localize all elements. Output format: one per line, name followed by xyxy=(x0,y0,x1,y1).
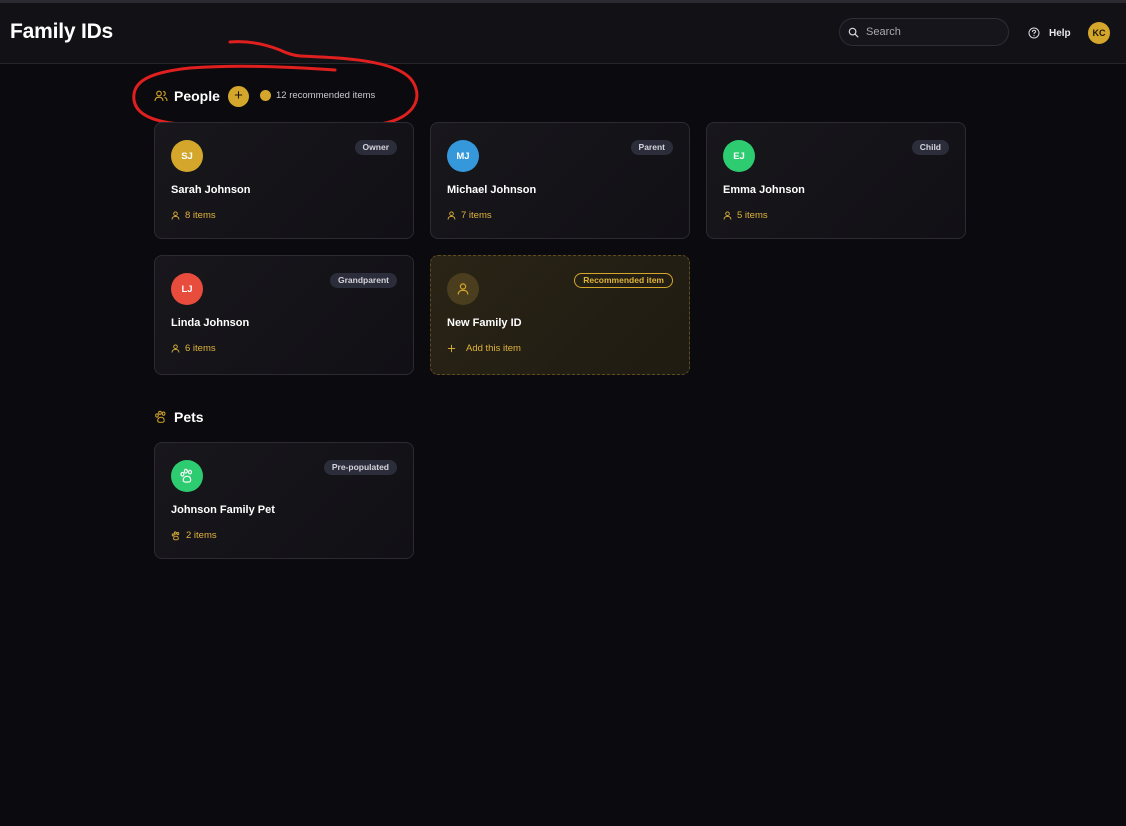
pre-populated-badge: Pre-populated xyxy=(323,460,397,475)
app-header: Family IDs Help KC xyxy=(0,3,1126,64)
person-avatar: MJ xyxy=(447,140,479,172)
pets-section-header: Pets xyxy=(154,407,204,427)
app-title: Family IDs xyxy=(10,20,114,43)
role-badge: Owner xyxy=(354,140,397,155)
item-count: 6 items xyxy=(171,343,216,354)
item-count-label: 2 items xyxy=(186,530,217,541)
role-badge: Parent xyxy=(630,140,673,155)
person-name: Linda Johnson xyxy=(171,317,250,329)
user-icon xyxy=(723,211,732,220)
help-button[interactable]: Help xyxy=(1028,26,1071,40)
pet-avatar xyxy=(171,460,203,492)
people-icon xyxy=(154,90,168,102)
recommended-badge: Recommended item xyxy=(574,273,673,288)
item-count: 7 items xyxy=(447,210,492,221)
item-count: 2 items xyxy=(171,530,217,541)
user-icon xyxy=(447,211,456,220)
paw-icon xyxy=(155,410,166,423)
pets-section-title: Pets xyxy=(174,409,204,425)
people-section-title: People xyxy=(174,88,220,104)
user-icon xyxy=(171,211,180,220)
search-input[interactable] xyxy=(866,23,1002,41)
person-avatar: EJ xyxy=(723,140,755,172)
add-person-button[interactable]: + xyxy=(228,86,249,107)
item-count: 5 items xyxy=(723,210,768,221)
item-count: 8 items xyxy=(171,210,216,221)
search-box[interactable] xyxy=(839,18,1009,46)
paw-icon xyxy=(180,468,193,483)
user-avatar[interactable]: KC xyxy=(1088,22,1110,44)
person-avatar: LJ xyxy=(171,273,203,305)
item-count-label: 8 items xyxy=(185,210,216,221)
role-badge: Grandparent xyxy=(329,273,397,288)
role-badge: Child xyxy=(911,140,949,155)
recommended-name: New Family ID xyxy=(447,317,522,329)
recommended-card-new-family-id[interactable]: Recommended item New Family ID Add this … xyxy=(430,255,690,375)
item-count-label: 6 items xyxy=(185,343,216,354)
search-icon xyxy=(848,27,859,38)
recommended-indicator-dot xyxy=(260,90,271,101)
person-avatar: SJ xyxy=(171,140,203,172)
item-count-label: 5 items xyxy=(737,210,768,221)
person-name: Sarah Johnson xyxy=(171,184,251,196)
add-this-item-label: Add this item xyxy=(466,343,521,354)
pet-name: Johnson Family Pet xyxy=(171,504,275,516)
user-icon xyxy=(171,344,180,353)
person-name: Emma Johnson xyxy=(723,184,805,196)
item-count-label: 7 items xyxy=(461,210,492,221)
add-this-item-button[interactable]: Add this item xyxy=(447,343,521,354)
user-icon xyxy=(457,283,469,295)
paw-icon xyxy=(171,530,180,540)
plus-icon xyxy=(447,344,456,353)
person-card-emma[interactable]: EJ Child Emma Johnson 5 items xyxy=(706,122,966,239)
help-icon xyxy=(1028,27,1040,39)
person-card-sarah[interactable]: SJ Owner Sarah Johnson 8 items xyxy=(154,122,414,239)
person-name: Michael Johnson xyxy=(447,184,537,196)
user-icon-avatar xyxy=(447,273,479,305)
person-card-linda[interactable]: LJ Grandparent Linda Johnson 6 items xyxy=(154,255,414,375)
pet-card-johnson-family-pet[interactable]: Pre-populated Johnson Family Pet 2 items xyxy=(154,442,414,559)
recommended-items-count[interactable]: 12 recommended items xyxy=(276,90,375,101)
help-label: Help xyxy=(1049,27,1071,39)
person-card-michael[interactable]: MJ Parent Michael Johnson 7 items xyxy=(430,122,690,239)
people-section-header: People xyxy=(154,86,220,106)
